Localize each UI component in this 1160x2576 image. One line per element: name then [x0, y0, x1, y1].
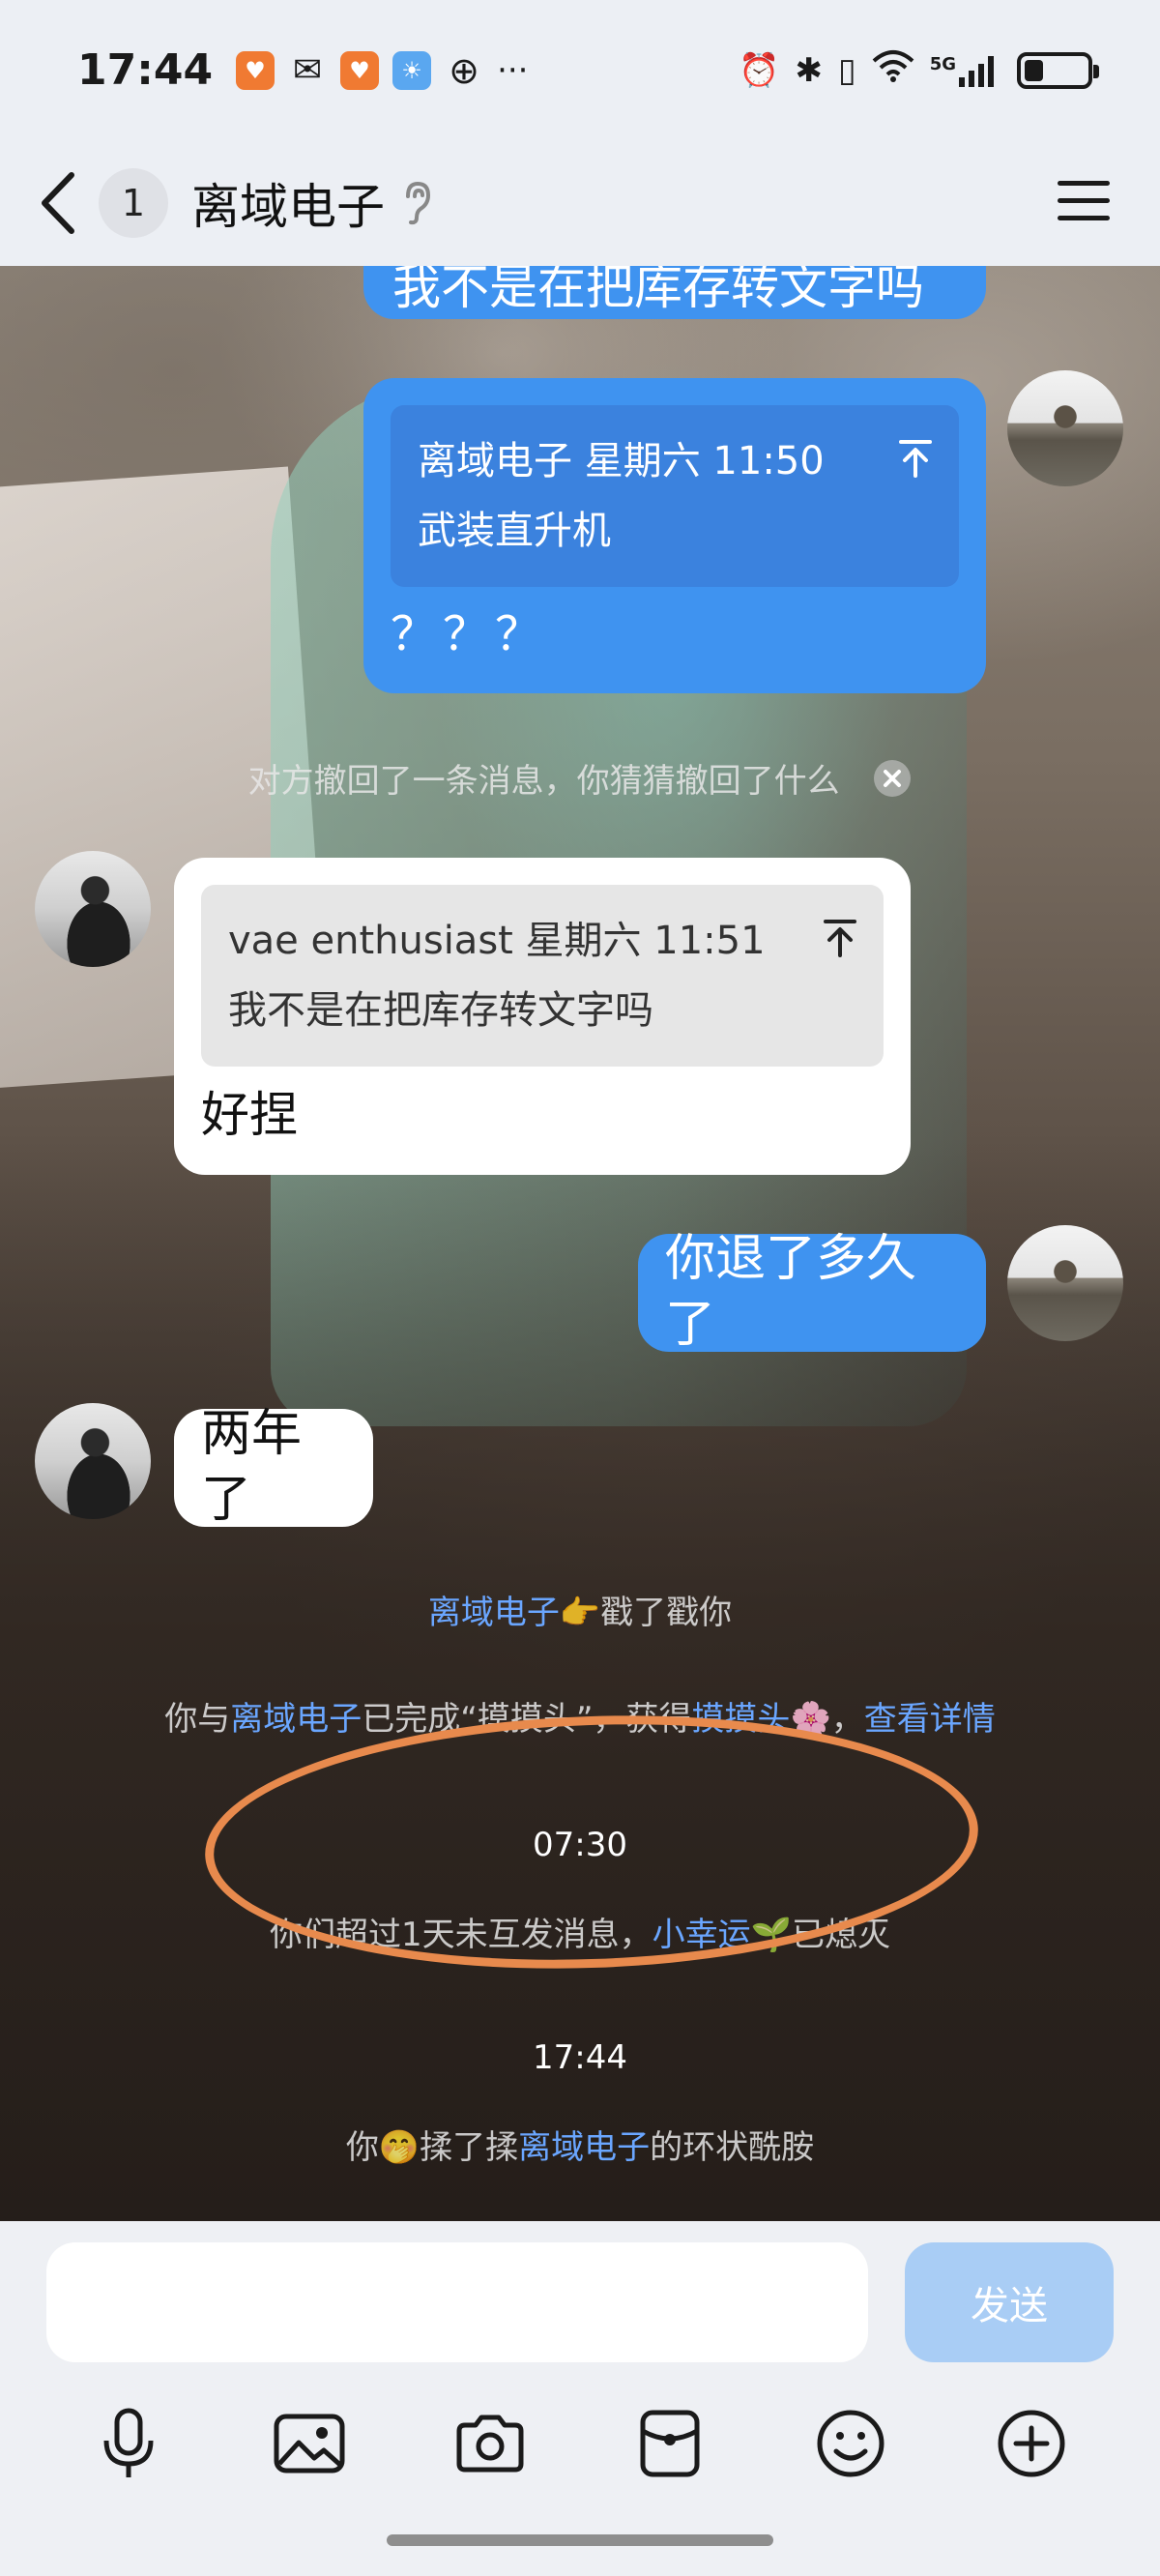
- message-input[interactable]: [46, 2242, 868, 2362]
- rub-emoji: 🤭: [378, 2128, 420, 2167]
- more-notifications: ···: [497, 50, 529, 90]
- poke-emoji: 👉: [559, 1594, 601, 1632]
- globe-icon: ⊕: [449, 48, 479, 92]
- avatar-contact[interactable]: [35, 1403, 151, 1519]
- back-arrow-icon[interactable]: [39, 171, 77, 235]
- status-time: 17:44: [77, 45, 214, 95]
- status-left: 17:44 ♥ ✉ ♥ ☀ ⊕ ···: [77, 45, 529, 95]
- badge-contact-link[interactable]: 离域电子: [230, 1700, 362, 1739]
- timestamp: 17:44: [533, 2038, 627, 2077]
- message-bubble-outgoing[interactable]: 离域电子 星期六 11:50 武装直升机 ？？？: [363, 378, 986, 693]
- top-area: 17:44 ♥ ✉ ♥ ☀ ⊕ ··· ⏰ ✱ ▯ 5G 1 离域电子: [0, 0, 1160, 266]
- message-text: ？？？: [391, 607, 548, 661]
- message-text: 好捏: [201, 1087, 298, 1143]
- recall-notice: 对方撤回了一条消息，你猜猜撤回了什么: [0, 754, 1160, 806]
- chat-title[interactable]: 离域电子: [191, 168, 385, 238]
- vibrate-icon: ▯: [837, 50, 856, 90]
- wifi-icon: [872, 49, 914, 91]
- quoted-message[interactable]: 离域电子 星期六 11:50 武装直升机: [391, 405, 959, 587]
- rub-end: 的环状酰胺: [650, 2128, 815, 2167]
- taobao-icon: ♥: [236, 50, 276, 90]
- message-text: 两年了: [201, 1405, 303, 1529]
- avatar-self[interactable]: [1007, 370, 1123, 486]
- quoted-message[interactable]: vae enthusiast 星期六 11:51 我不是在把库存转文字吗: [201, 885, 884, 1067]
- poke-notice: 离域电子👉戳了戳你: [0, 1586, 1160, 1633]
- send-button[interactable]: 发送: [905, 2242, 1114, 2362]
- message-bubble-outgoing[interactable]: 你退了多久了: [638, 1230, 986, 1354]
- message-text: 你退了多久了: [665, 1230, 917, 1354]
- bluetooth-icon: ✱: [795, 50, 823, 90]
- quote-meta: 离域电子 星期六 11:50: [418, 439, 825, 483]
- rub-mid: 揉了揉: [420, 2128, 519, 2167]
- ear-icon[interactable]: [402, 181, 431, 225]
- quote-text: 我不是在把库存转文字吗: [228, 988, 653, 1033]
- message-bubble-incoming[interactable]: 两年了: [174, 1405, 373, 1529]
- plus-icon[interactable]: [988, 2400, 1075, 2487]
- jump-to-quote-icon[interactable]: [824, 910, 856, 980]
- emoji-icon[interactable]: [807, 2400, 894, 2487]
- chat-header: 1 离域电子: [0, 140, 1160, 266]
- message-bubble-incoming[interactable]: vae enthusiast 星期六 11:51 我不是在把库存转文字吗 好捏: [174, 858, 911, 1175]
- unread-count-badge[interactable]: 1: [99, 168, 168, 238]
- avatar-contact[interactable]: [35, 851, 151, 967]
- signal-5g-icon: 5G: [930, 54, 1001, 87]
- weather-icon: ☀: [392, 50, 432, 90]
- battery-level: [1025, 59, 1043, 81]
- poke-contact-link[interactable]: 离域电子: [428, 1594, 560, 1632]
- message-bubble-partial[interactable]: 我不是在把库存转文字吗: [363, 266, 986, 319]
- network-label: 5G: [929, 53, 956, 74]
- rub-prefix: 你: [345, 2128, 379, 2167]
- battery-icon: [1017, 51, 1099, 89]
- input-toolbar: [0, 2386, 1160, 2502]
- image-icon[interactable]: [266, 2400, 353, 2487]
- view-details-link[interactable]: 查看详情: [864, 1700, 996, 1739]
- quote-text: 武装直升机: [418, 509, 611, 553]
- message-text: 我不是在把库存转文字吗: [392, 266, 924, 315]
- status-bar: 17:44 ♥ ✉ ♥ ☀ ⊕ ··· ⏰ ✱ ▯ 5G: [0, 0, 1160, 140]
- rub-contact-link[interactable]: 离域电子: [518, 2128, 650, 2167]
- red-packet-icon[interactable]: [626, 2400, 713, 2487]
- home-indicator[interactable]: [387, 2534, 773, 2546]
- camera-icon[interactable]: [447, 2400, 534, 2487]
- menu-icon[interactable]: [1056, 179, 1112, 227]
- poke-text: 戳了戳你: [600, 1594, 733, 1632]
- close-icon[interactable]: [873, 759, 912, 806]
- taobao-icon: ♥: [340, 50, 380, 90]
- alarm-icon: ⏰: [739, 50, 780, 90]
- quote-meta: vae enthusiast 星期六 11:51: [228, 919, 766, 963]
- jump-to-quote-icon[interactable]: [899, 430, 932, 500]
- recall-text: 对方撤回了一条消息，你猜猜撤回了什么: [247, 762, 840, 801]
- mic-icon[interactable]: [85, 2400, 172, 2487]
- badge-sep: ，: [830, 1700, 864, 1739]
- badge-prefix: 你与: [164, 1700, 231, 1739]
- status-right: ⏰ ✱ ▯ 5G: [739, 49, 1099, 91]
- rub-notice: 你🤭揉了揉离域电子的环状酰胺: [0, 2121, 1160, 2168]
- avatar-self[interactable]: [1007, 1225, 1123, 1341]
- input-bar: 发送: [0, 2221, 1160, 2576]
- wechat-icon: ✉: [292, 50, 323, 90]
